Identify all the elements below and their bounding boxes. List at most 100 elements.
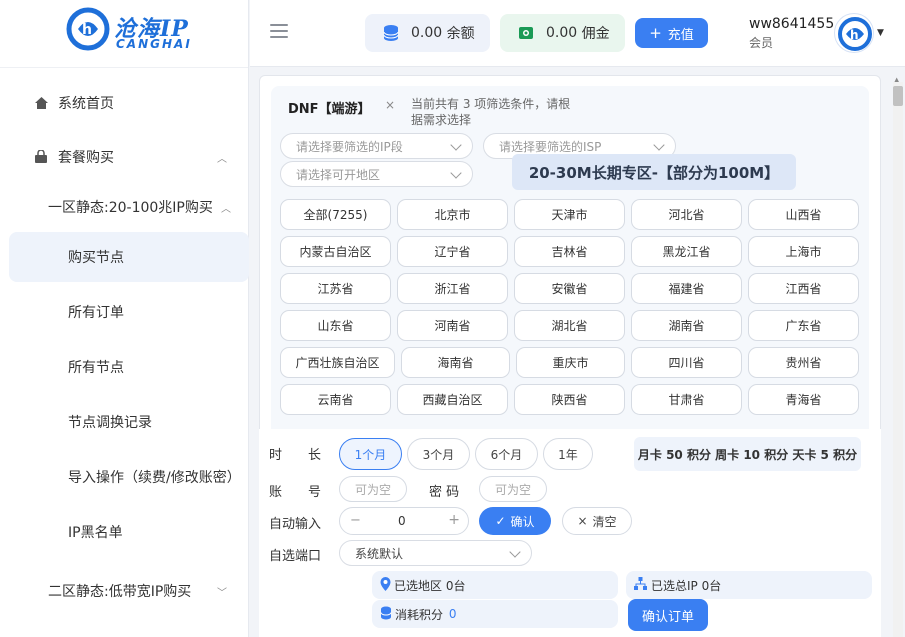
chevron-down-icon — [509, 546, 521, 558]
region-button[interactable]: 甘肃省 — [631, 384, 742, 415]
sidebar-item-zone1-static[interactable]: 一区静态:20-100兆IP购买 ︿ — [0, 185, 249, 229]
sidebar-item-label: 购买节点 — [68, 250, 124, 266]
region-button[interactable]: 辽宁省 — [397, 236, 508, 267]
brand-logo[interactable]: h 沧海IP CANGHAI — [66, 7, 196, 55]
sidebar-item-zone2-static[interactable]: 二区静态:低带宽IP购买 ﹀ — [0, 569, 249, 613]
region-button[interactable]: 安徽省 — [514, 273, 625, 304]
scrollbar-thumb[interactable] — [893, 86, 903, 106]
region-button[interactable]: 山东省 — [280, 310, 391, 341]
region-button[interactable]: 福建省 — [631, 273, 742, 304]
selected-region-value: 0台 — [445, 578, 466, 593]
commission-label: 佣金 — [581, 26, 610, 42]
account-label: 账 号 — [269, 485, 322, 500]
password-label: 密 码 — [429, 485, 460, 500]
avatar[interactable]: h — [834, 13, 874, 53]
auto-input-label: 自动输入 — [269, 517, 322, 532]
top-header: 0.00 余额 0.00 佣金 + 充值 ww8641455 会员 h ▼ — [250, 0, 905, 67]
selected-ip-label: 已选总IP — [651, 578, 698, 593]
region-button[interactable]: 青海省 — [748, 384, 859, 415]
region-button[interactable]: 河南省 — [397, 310, 508, 341]
sidebar-item-node-swap-log[interactable]: 节点调换记录 — [0, 400, 249, 444]
region-button[interactable]: 贵州省 — [748, 347, 859, 378]
sidebar-item-label: 导入操作（续费/修改账密） — [68, 470, 241, 486]
region-button[interactable]: 海南省 — [401, 347, 510, 378]
duration-option[interactable]: 3个月 — [407, 438, 470, 470]
chevron-down-icon: ﹀ — [217, 587, 227, 599]
balance-chip: 0.00 余额 — [365, 14, 490, 52]
brand-subtitle: CANGHAI — [116, 37, 192, 51]
region-button[interactable]: 上海市 — [748, 236, 859, 267]
selected-region-summary: 已选地区 0台 — [372, 571, 618, 599]
logo-mark-icon: h — [66, 7, 110, 51]
sidebar-item-all-orders[interactable]: 所有订单 — [0, 290, 249, 334]
increment-button[interactable]: + — [448, 512, 460, 528]
region-button[interactable]: 湖南省 — [631, 310, 742, 341]
chevron-down-icon — [450, 167, 462, 179]
region-button[interactable]: 湖北省 — [514, 310, 625, 341]
isp-placeholder: 请选择要筛选的ISP — [499, 139, 602, 154]
region-button[interactable]: 广西壮族自治区 — [280, 347, 395, 378]
ip-segment-select[interactable]: 请选择要筛选的IP段 — [280, 133, 473, 159]
sidebar-item-import[interactable]: 导入操作（续费/修改账密） — [0, 455, 249, 499]
sidebar-item-label: 二区静态:低带宽IP购买 — [48, 584, 192, 600]
duration-option[interactable]: 1年 — [543, 438, 593, 470]
selected-ip-summary: 已选总IP 0台 — [626, 571, 872, 599]
region-select[interactable]: 请选择可开地区 — [280, 161, 473, 187]
recharge-label: 充值 — [667, 27, 694, 43]
sidebar-item-label: 套餐购买 — [58, 150, 114, 166]
password-input[interactable]: 可为空 — [479, 476, 547, 502]
region-button[interactable]: 重庆市 — [516, 347, 625, 378]
sidebar-item-all-nodes[interactable]: 所有节点 — [0, 345, 249, 389]
sidebar-item-home[interactable]: 系统首页 — [0, 81, 249, 125]
selected-ip-value: 0台 — [701, 578, 722, 593]
chevron-down-icon — [653, 139, 665, 151]
scrollbar[interactable] — [893, 82, 903, 637]
sidebar-item-buy-nodes[interactable]: 购买节点 — [0, 235, 249, 279]
port-select[interactable]: 系统默认 — [339, 540, 532, 566]
quantity-stepper: − 0 + — [339, 507, 469, 535]
region-button[interactable]: 云南省 — [280, 384, 391, 415]
region-button[interactable]: 山西省 — [748, 199, 859, 230]
sidebar-item-ip-blacklist[interactable]: IP黑名单 — [0, 510, 249, 554]
region-button[interactable]: 吉林省 — [514, 236, 625, 267]
region-button[interactable]: 四川省 — [631, 347, 742, 378]
check-icon: ✓ — [495, 514, 506, 528]
clear-button[interactable]: × 清空 — [562, 507, 632, 535]
chevron-up-icon: ︿ — [221, 203, 231, 215]
quantity-value[interactable]: 0 — [398, 514, 406, 528]
region-button[interactable]: 江西省 — [748, 273, 859, 304]
chevron-down-icon — [450, 139, 462, 151]
caret-down-icon[interactable]: ▼ — [877, 28, 884, 38]
sidebar-divider — [0, 67, 248, 68]
region-button[interactable]: 陕西省 — [514, 384, 625, 415]
confirm-button[interactable]: ✓ 确认 — [479, 507, 551, 535]
sidebar-item-label: 节点调换记录 — [68, 415, 152, 431]
duration-option[interactable]: 6个月 — [475, 438, 538, 470]
coins-icon — [380, 606, 392, 623]
game-title: DNF【端游】 — [288, 102, 371, 117]
chevron-up-icon: ︿ — [217, 153, 227, 165]
sidebar-item-package-purchase[interactable]: 套餐购买 ︿ — [0, 135, 249, 179]
menu-toggle-icon[interactable] — [270, 24, 288, 40]
region-button[interactable]: 浙江省 — [397, 273, 508, 304]
points-used-value: 0 — [448, 607, 457, 621]
region-button[interactable]: 北京市 — [397, 199, 508, 230]
region-button[interactable]: 广东省 — [748, 310, 859, 341]
network-icon — [634, 577, 647, 593]
recharge-button[interactable]: + 充值 — [635, 18, 708, 48]
region-button[interactable]: 江苏省 — [280, 273, 391, 304]
region-button[interactable]: 黑龙江省 — [631, 236, 742, 267]
account-input[interactable]: 可为空 — [339, 476, 407, 502]
duration-option[interactable]: 1个月 — [339, 438, 402, 470]
confirm-order-button[interactable]: 确认订单 — [628, 599, 708, 631]
region-button[interactable]: 天津市 — [514, 199, 625, 230]
avatar-logo-icon: h — [838, 17, 872, 51]
region-button[interactable]: 全部(7255) — [280, 199, 391, 230]
decrement-button[interactable]: − — [350, 513, 361, 528]
region-button[interactable]: 河北省 — [631, 199, 742, 230]
clear-label: 清空 — [592, 514, 617, 529]
region-button[interactable]: 内蒙古自治区 — [280, 236, 391, 267]
close-icon[interactable]: × — [385, 98, 395, 112]
region-button[interactable]: 西藏自治区 — [397, 384, 508, 415]
bag-icon — [32, 150, 50, 164]
